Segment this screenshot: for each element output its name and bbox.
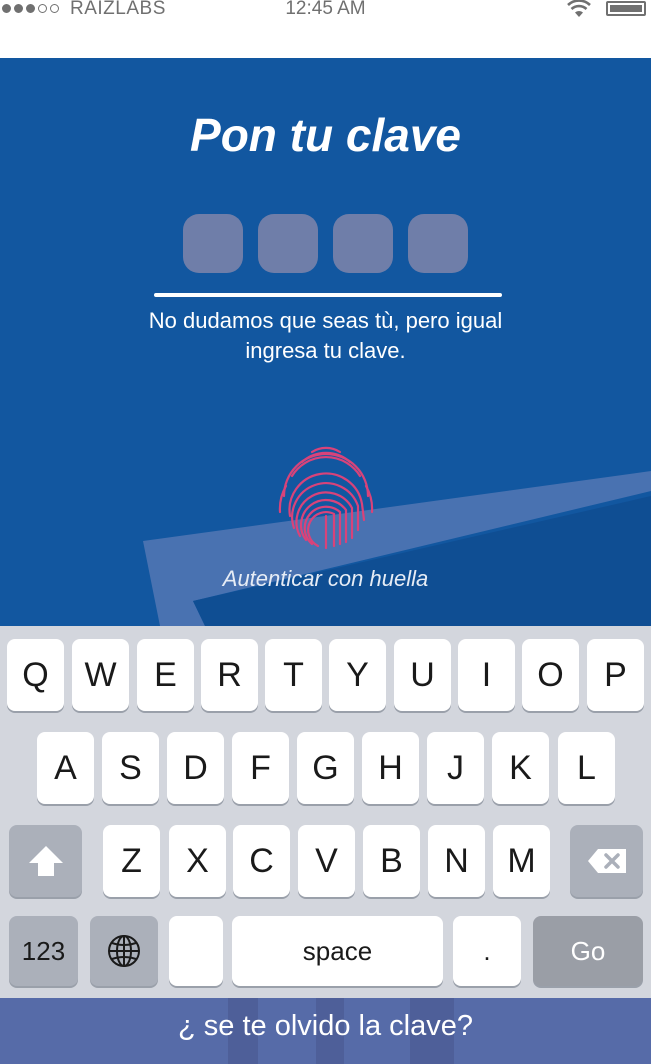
shift-key[interactable] xyxy=(9,825,82,897)
numbers-key[interactable]: 123 xyxy=(9,916,78,986)
fingerprint-auth-link[interactable]: Autenticar con huella xyxy=(0,566,651,592)
key-r[interactable]: R xyxy=(201,639,258,711)
globe-icon xyxy=(108,935,140,967)
pin-input[interactable] xyxy=(183,214,468,273)
key-d[interactable]: D xyxy=(167,732,224,804)
pin-underline xyxy=(154,293,502,297)
key-s[interactable]: S xyxy=(102,732,159,804)
key-a[interactable]: A xyxy=(37,732,94,804)
key-w[interactable]: W xyxy=(72,639,129,711)
blank-key[interactable] xyxy=(169,916,223,986)
key-n[interactable]: N xyxy=(428,825,485,897)
instruction-line-1: No dudamos que seas tù, pero igual xyxy=(148,308,503,333)
forgot-password-label: ¿ se te olvido la clave? xyxy=(178,1010,473,1042)
wifi-icon xyxy=(567,0,591,17)
key-i[interactable]: I xyxy=(458,639,515,711)
key-z[interactable]: Z xyxy=(103,825,160,897)
key-y[interactable]: Y xyxy=(329,639,386,711)
key-q[interactable]: Q xyxy=(7,639,64,711)
key-o[interactable]: O xyxy=(522,639,579,711)
battery-level xyxy=(610,5,642,12)
battery-icon xyxy=(606,1,646,16)
key-v[interactable]: V xyxy=(298,825,355,897)
instruction-line-2: ingresa tu clave. xyxy=(245,338,406,363)
key-p[interactable]: P xyxy=(587,639,644,711)
key-c[interactable]: C xyxy=(233,825,290,897)
login-panel: Pon tu clave No dudamos que seas tù, per… xyxy=(0,58,651,626)
key-h[interactable]: H xyxy=(362,732,419,804)
key-k[interactable]: K xyxy=(492,732,549,804)
forgot-password-button[interactable]: ¿ se te olvido la clave? xyxy=(0,998,651,1064)
key-g[interactable]: G xyxy=(297,732,354,804)
key-l[interactable]: L xyxy=(558,732,615,804)
key-m[interactable]: M xyxy=(493,825,550,897)
fingerprint-icon[interactable] xyxy=(274,446,378,550)
go-button[interactable]: Go xyxy=(533,916,643,986)
pin-digit-box[interactable] xyxy=(333,214,393,273)
key-e[interactable]: E xyxy=(137,639,194,711)
key-j[interactable]: J xyxy=(427,732,484,804)
key-b[interactable]: B xyxy=(363,825,420,897)
keyboard: Q W E R T Y U I O P A S D F G H J K L Z … xyxy=(0,626,651,998)
backspace-key[interactable] xyxy=(570,825,643,897)
instruction-text: No dudamos que seas tù, pero igual ingre… xyxy=(0,306,651,366)
period-key[interactable]: . xyxy=(453,916,521,986)
space-key[interactable]: space xyxy=(232,916,443,986)
key-f[interactable]: F xyxy=(232,732,289,804)
shift-arrow-icon xyxy=(28,846,63,876)
status-bar: RAIZLABS 12:45 AM xyxy=(0,0,651,58)
status-time: 12:45 AM xyxy=(285,0,366,19)
key-u[interactable]: U xyxy=(394,639,451,711)
backspace-icon xyxy=(587,849,626,873)
key-t[interactable]: T xyxy=(265,639,322,711)
pin-digit-box[interactable] xyxy=(183,214,243,273)
pin-digit-box[interactable] xyxy=(408,214,468,273)
key-x[interactable]: X xyxy=(169,825,226,897)
page-title: Pon tu clave xyxy=(190,109,461,161)
globe-key[interactable] xyxy=(90,916,158,986)
pin-digit-box[interactable] xyxy=(258,214,318,273)
